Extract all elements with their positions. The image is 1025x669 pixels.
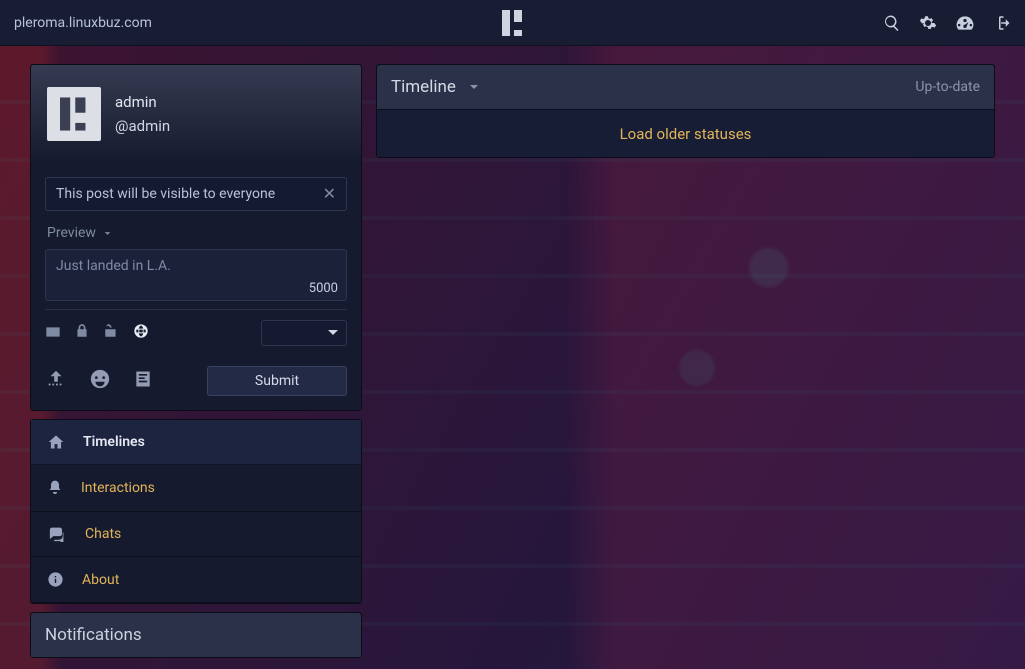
unlock-icon[interactable] (103, 323, 119, 343)
topbar-actions (883, 14, 1011, 32)
nav-panel: Timelines Interactions Chats About (30, 419, 362, 604)
compose-actions: Submit (45, 366, 347, 396)
nav-label: Interactions (81, 480, 155, 496)
nav-item-interactions[interactable]: Interactions (31, 465, 361, 512)
notifications-header: Notifications (31, 613, 361, 657)
chats-icon (47, 526, 67, 542)
gear-icon[interactable] (919, 14, 937, 32)
upload-icon[interactable] (45, 368, 67, 394)
user-compose-panel: admin @admin This post will be visible t… (30, 64, 362, 411)
nav-label: Chats (85, 526, 121, 542)
post-composer: This post will be visible to everyone ✕ … (31, 163, 361, 410)
visibility-notice-text: This post will be visible to everyone (56, 186, 275, 202)
language-select[interactable] (261, 320, 347, 346)
close-icon[interactable]: ✕ (323, 186, 336, 202)
compose-textarea[interactable] (46, 250, 346, 296)
notifications-panel: Notifications (30, 612, 362, 658)
home-icon (47, 434, 65, 450)
bell-icon (47, 479, 63, 497)
compose-action-icons (45, 368, 153, 394)
gauge-icon[interactable] (955, 14, 975, 32)
load-older-label: Load older statuses (620, 125, 752, 143)
lock-icon[interactable] (75, 323, 89, 343)
preview-toggle[interactable]: Preview (47, 225, 345, 241)
chevron-down-icon (466, 79, 482, 95)
visibility-notice: This post will be visible to everyone ✕ (45, 177, 347, 211)
nav-label: About (82, 572, 119, 588)
compose-text-wrap: 5000 (45, 249, 347, 301)
chevron-down-icon (102, 228, 113, 239)
nav-item-about[interactable]: About (31, 557, 361, 603)
nav-item-timelines[interactable]: Timelines (31, 420, 361, 465)
right-column: Timeline Up-to-date Load older statuses (376, 64, 995, 651)
main-content: admin @admin This post will be visible t… (0, 46, 1025, 669)
site-title[interactable]: pleroma.linuxbuz.com (14, 15, 152, 31)
info-icon (47, 571, 64, 588)
user-names: admin @admin (115, 93, 170, 135)
nav-label: Timelines (83, 434, 145, 450)
preview-label: Preview (47, 225, 96, 241)
timeline-panel: Timeline Up-to-date Load older statuses (376, 64, 995, 158)
user-card[interactable]: admin @admin (31, 65, 361, 163)
avatar (47, 87, 101, 141)
user-display-name: admin (115, 93, 170, 111)
submit-button[interactable]: Submit (207, 366, 347, 396)
timeline-title[interactable]: Timeline (391, 77, 482, 97)
envelope-icon[interactable] (45, 324, 61, 343)
timeline-title-text: Timeline (391, 77, 456, 97)
instance-logo[interactable] (502, 10, 524, 36)
user-handle: @admin (115, 117, 170, 135)
poll-icon[interactable] (133, 368, 153, 394)
emoji-icon[interactable] (89, 368, 111, 394)
search-icon[interactable] (883, 14, 901, 32)
timeline-header: Timeline Up-to-date (377, 65, 994, 109)
timeline-status: Up-to-date (915, 79, 980, 95)
logout-icon[interactable] (993, 14, 1011, 32)
scope-row (45, 309, 347, 346)
left-column: admin @admin This post will be visible t… (30, 64, 362, 651)
char-counter: 5000 (309, 281, 338, 296)
globe-icon[interactable] (133, 323, 149, 343)
load-older-button[interactable]: Load older statuses (377, 109, 994, 157)
top-nav: pleroma.linuxbuz.com (0, 0, 1025, 46)
nav-item-chats[interactable]: Chats (31, 512, 361, 557)
